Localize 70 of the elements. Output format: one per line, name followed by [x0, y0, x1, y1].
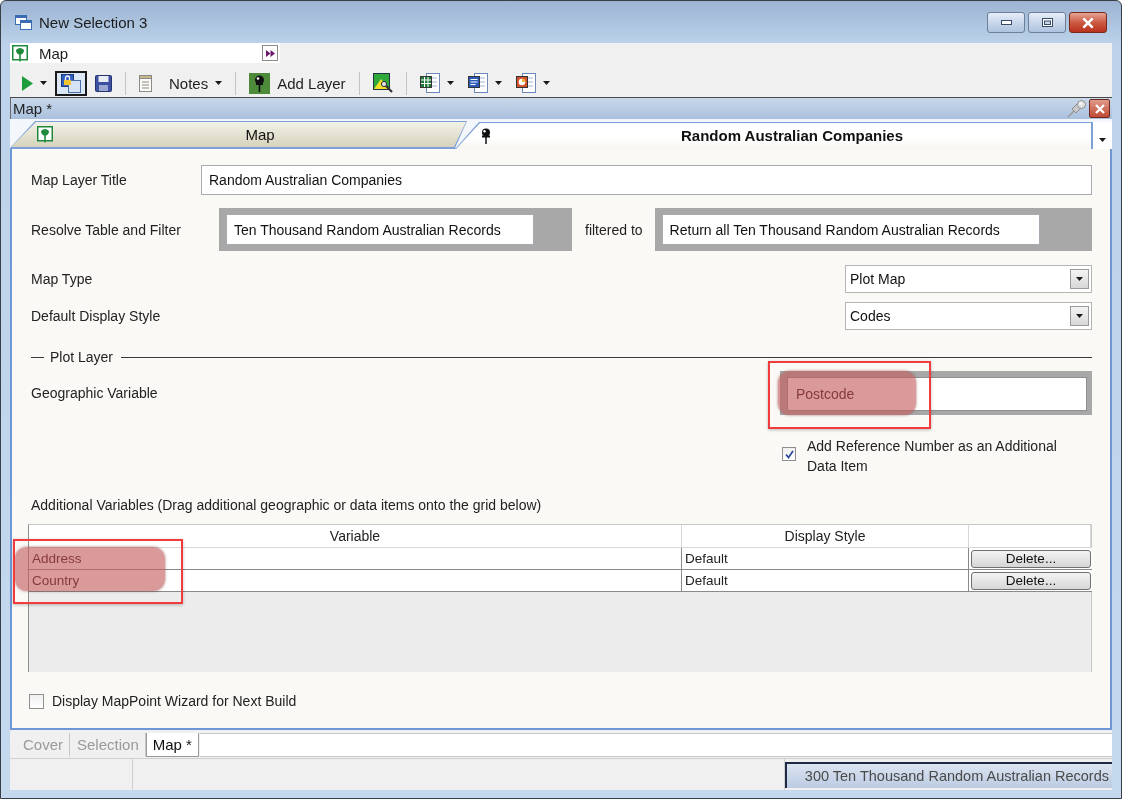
- expand-button[interactable]: [262, 45, 278, 61]
- close-icon: [1093, 103, 1106, 114]
- windows-icon: [15, 14, 32, 30]
- maximize-icon: [1041, 18, 1053, 27]
- panel-title: Map *: [13, 100, 54, 117]
- table-input[interactable]: Ten Thousand Random Australian Records: [226, 214, 534, 245]
- column-header: Display Style: [682, 525, 969, 547]
- checkbox-label: Display MapPoint Wizard for Next Build: [52, 692, 297, 711]
- caret-icon: [1070, 306, 1089, 326]
- field-label: Resolve Table and Filter: [31, 221, 182, 238]
- checkbox-label: Add Reference Number as an Additional Data Item: [807, 437, 1058, 476]
- map-layer-title-input[interactable]: Random Australian Companies: [201, 165, 1092, 195]
- caret-icon: [446, 81, 454, 85]
- save-icon: [95, 74, 112, 92]
- lock-button[interactable]: [55, 70, 87, 96]
- picture-icon: [372, 73, 393, 93]
- spreadsheet-icon: [419, 73, 440, 93]
- geographic-variable-field[interactable]: Postcode: [787, 377, 1087, 411]
- table-cell: Country: [29, 570, 682, 591]
- delete-button[interactable]: Delete...: [971, 571, 1091, 590]
- sheet-tab[interactable]: Map *: [145, 733, 199, 757]
- minimize-icon: [1000, 20, 1012, 25]
- notes-button[interactable]: Notes: [133, 70, 229, 96]
- document-tab[interactable]: Random Australian Companies: [455, 122, 1092, 149]
- column-header: Variable: [29, 525, 682, 547]
- plant-tile-icon: [37, 126, 53, 143]
- tick-icon: [784, 449, 794, 459]
- caret-icon: [40, 81, 47, 85]
- document-tab[interactable]: Map: [10, 121, 467, 148]
- checkbox[interactable]: [782, 447, 796, 461]
- play-icon: [22, 75, 33, 91]
- document-title-field[interactable]: Map: [10, 43, 280, 63]
- slides-icon: [515, 73, 536, 93]
- table-cell: Address: [29, 548, 682, 569]
- field-label: Geographic Variable: [31, 385, 159, 401]
- maximize-button[interactable]: [1028, 12, 1066, 33]
- field-label: Default Display Style: [31, 308, 162, 324]
- caret-icon: [1070, 269, 1089, 289]
- field-label: Map Layer Title: [31, 172, 128, 188]
- minimize-button[interactable]: [987, 12, 1025, 33]
- panel-close-button[interactable]: [1089, 99, 1110, 118]
- filter-input[interactable]: Return all Ten Thousand Random Australian Records: [661, 214, 1040, 245]
- caret-icon: [1099, 137, 1106, 142]
- pushpin-icon: [480, 127, 492, 144]
- group-title: Plot Layer: [50, 349, 114, 365]
- notepad-icon: [139, 74, 152, 92]
- display-style-dropdown[interactable]: Codes: [845, 302, 1092, 330]
- status-record-count: 300 Ten Thousand Random Australian Records: [785, 762, 1112, 788]
- table-cell: Default: [682, 570, 969, 591]
- checkbox[interactable]: [29, 693, 44, 709]
- map-type-dropdown[interactable]: Plot Map: [845, 265, 1092, 293]
- close-icon: [1081, 16, 1095, 29]
- document-icon: [467, 73, 488, 93]
- pin-icon: [1067, 99, 1087, 118]
- window-title: New Selection 3: [39, 13, 149, 31]
- table-cell: Default: [682, 548, 969, 569]
- grid-caption: Additional Variables (Drag additional geographic or data items onto the grid below): [31, 497, 543, 513]
- field-label: Map Type: [31, 271, 94, 287]
- fast-forward-icon: [265, 49, 275, 57]
- lock-icon: [61, 73, 81, 93]
- add-layer-button[interactable]: Add Layer: [243, 70, 352, 96]
- pushpin-tile-icon: [249, 72, 271, 94]
- plant-tile-icon: [12, 44, 28, 62]
- caret-icon: [215, 81, 223, 85]
- close-button[interactable]: [1069, 12, 1107, 33]
- tab-list-button[interactable]: [1092, 122, 1112, 149]
- delete-button[interactable]: Delete...: [971, 549, 1091, 568]
- connector-label: filtered to: [585, 221, 643, 238]
- caret-icon: [494, 81, 502, 85]
- caret-icon: [542, 81, 550, 85]
